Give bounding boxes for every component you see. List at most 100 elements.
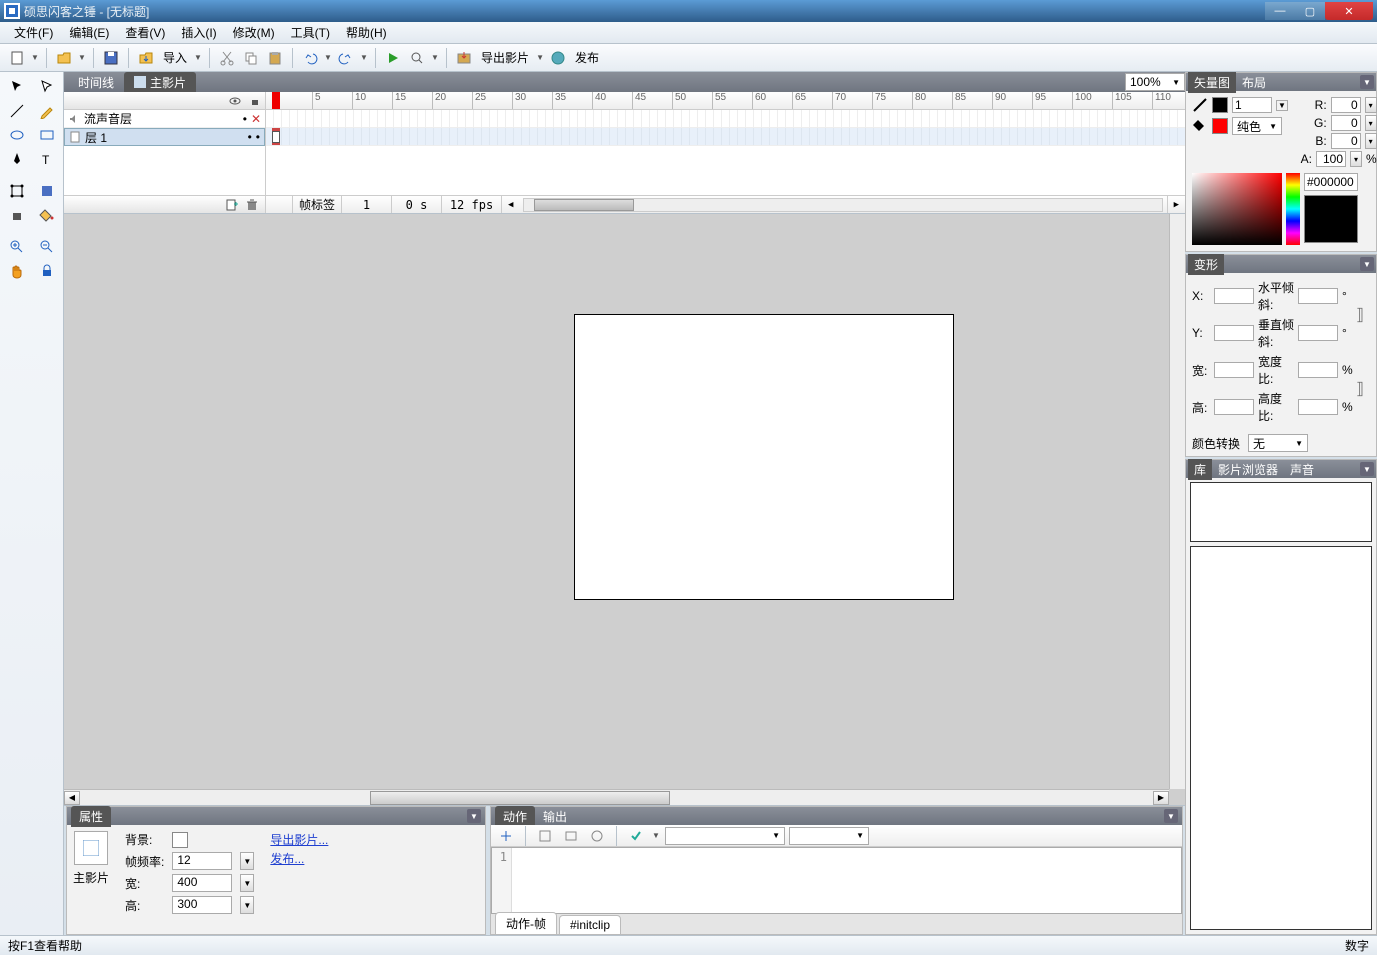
blank-keyframe[interactable] <box>272 131 280 143</box>
menu-help[interactable]: 帮助(H) <box>338 22 395 43</box>
undo-button[interactable] <box>299 47 321 69</box>
library-list[interactable] <box>1190 546 1372 930</box>
panel-menu[interactable]: ▼ <box>467 809 481 823</box>
export-dropdown[interactable]: ▼ <box>535 47 545 69</box>
actions-select-2[interactable]: ▼ <box>789 827 869 845</box>
layer-1[interactable]: 层 1 • • <box>64 128 265 146</box>
open-button[interactable] <box>53 47 75 69</box>
undo-dropdown[interactable]: ▼ <box>323 47 333 69</box>
import-button[interactable] <box>135 47 157 69</box>
export-icon[interactable] <box>453 47 475 69</box>
menu-modify[interactable]: 修改(M) <box>225 22 283 43</box>
play-button[interactable] <box>382 47 404 69</box>
preview-button[interactable] <box>406 47 428 69</box>
delete-layer-icon[interactable] <box>245 198 259 212</box>
width-dd[interactable]: ▼ <box>240 874 254 892</box>
fill-type[interactable]: 纯色▼ <box>1232 117 1282 135</box>
subselection-tool[interactable] <box>34 76 60 98</box>
oval-tool[interactable] <box>4 124 30 146</box>
menu-edit[interactable]: 编辑(E) <box>61 22 117 43</box>
b-input[interactable]: 0 <box>1331 133 1361 149</box>
panel-menu[interactable]: ▼ <box>1360 462 1374 476</box>
text-tool[interactable]: T <box>34 148 60 170</box>
menu-file[interactable]: 文件(F) <box>6 22 61 43</box>
tab-transform[interactable]: 变形 <box>1188 254 1224 275</box>
tab-output[interactable]: 输出 <box>535 806 575 827</box>
panel-menu[interactable]: ▼ <box>1164 809 1178 823</box>
rectangle-tool[interactable] <box>34 124 60 146</box>
timeline-scrollbar[interactable] <box>523 198 1162 212</box>
redo-button[interactable] <box>335 47 357 69</box>
paint-bucket-tool[interactable] <box>34 204 60 226</box>
replace-button[interactable] <box>560 825 582 847</box>
tab-movie-browser[interactable]: 影片浏览器 <box>1212 459 1284 480</box>
playhead[interactable] <box>272 92 280 109</box>
publish-icon[interactable] <box>547 47 569 69</box>
tab-properties[interactable]: 属性 <box>71 806 111 827</box>
height-dd[interactable]: ▼ <box>240 896 254 914</box>
stage[interactable] <box>574 314 954 600</box>
hue-slider[interactable] <box>1286 173 1300 245</box>
hskew-input[interactable] <box>1298 288 1338 304</box>
maximize-button[interactable]: ▢ <box>1295 2 1325 20</box>
tab-vector[interactable]: 矢量图 <box>1188 72 1236 93</box>
import-label[interactable]: 导入 <box>159 49 191 66</box>
color-gradient[interactable] <box>1192 173 1282 245</box>
eye-icon[interactable] <box>229 95 241 107</box>
fill-icon[interactable] <box>1192 118 1208 134</box>
free-transform-tool[interactable] <box>4 180 30 202</box>
tab-sound[interactable]: 声音 <box>1284 459 1320 480</box>
panel-menu[interactable]: ▼ <box>1360 75 1374 89</box>
layer-sound[interactable]: 流声音层 • ✕ <box>64 110 265 128</box>
tab-actions[interactable]: 动作 <box>495 806 535 827</box>
line-tool[interactable] <box>4 100 30 122</box>
tab-main-movie[interactable]: 主影片 <box>124 72 196 93</box>
cut-button[interactable] <box>216 47 238 69</box>
canvas-vscroll[interactable] <box>1169 214 1185 789</box>
selection-tool[interactable] <box>4 76 30 98</box>
pen-tool[interactable] <box>4 148 30 170</box>
frame-row-sound[interactable] <box>266 110 1185 128</box>
frame-label-field[interactable]: 帧标签 <box>292 196 341 213</box>
height-input[interactable]: 300 <box>172 896 232 914</box>
export-link[interactable]: 导出影片... <box>270 831 328 848</box>
zoom-select[interactable]: 100%▼ <box>1125 73 1185 91</box>
menu-tools[interactable]: 工具(T) <box>283 22 338 43</box>
actions-select-1[interactable]: ▼ <box>665 827 785 845</box>
y-input[interactable] <box>1214 325 1254 341</box>
add-action-button[interactable] <box>495 825 517 847</box>
paste-button[interactable] <box>264 47 286 69</box>
zoom-out-tool[interactable] <box>34 236 60 258</box>
fill-swatch[interactable] <box>1212 118 1228 134</box>
hex-input[interactable]: #000000 <box>1304 173 1358 191</box>
framerate-dd[interactable]: ▼ <box>240 852 254 870</box>
check-syntax-button[interactable] <box>625 825 647 847</box>
preview-dropdown[interactable]: ▼ <box>430 47 440 69</box>
tab-library[interactable]: 库 <box>1188 459 1212 480</box>
pencil-tool[interactable] <box>34 100 60 122</box>
stroke-icon[interactable] <box>1192 97 1208 113</box>
framerate-input[interactable]: 12 <box>172 852 232 870</box>
panel-menu[interactable]: ▼ <box>1360 257 1374 271</box>
zoom-in-tool[interactable] <box>4 236 30 258</box>
canvas-area[interactable]: ◀ ▶ <box>64 214 1185 805</box>
bg-color-swatch[interactable] <box>172 832 188 848</box>
tab-layout[interactable]: 布局 <box>1236 72 1272 93</box>
close-button[interactable]: ✕ <box>1325 2 1373 20</box>
code-editor[interactable]: 1 <box>491 847 1182 914</box>
save-button[interactable] <box>100 47 122 69</box>
copy-button[interactable] <box>240 47 262 69</box>
a-input[interactable]: 100 <box>1316 151 1346 167</box>
find-button[interactable] <box>534 825 556 847</box>
ink-bottle-tool[interactable] <box>4 204 30 226</box>
w-input[interactable] <box>1214 362 1254 378</box>
r-input[interactable]: 0 <box>1331 97 1361 113</box>
fill-transform-tool[interactable] <box>34 180 60 202</box>
subtab-initclip[interactable]: #initclip <box>559 915 621 934</box>
subtab-frame[interactable]: 动作-帧 <box>495 912 557 934</box>
redo-dropdown[interactable]: ▼ <box>359 47 369 69</box>
lock-icon[interactable] <box>249 95 261 107</box>
menu-insert[interactable]: 插入(I) <box>173 22 224 43</box>
x-input[interactable] <box>1214 288 1254 304</box>
frame-ruler[interactable]: 5101520253035404550556065707580859095100… <box>266 92 1185 110</box>
